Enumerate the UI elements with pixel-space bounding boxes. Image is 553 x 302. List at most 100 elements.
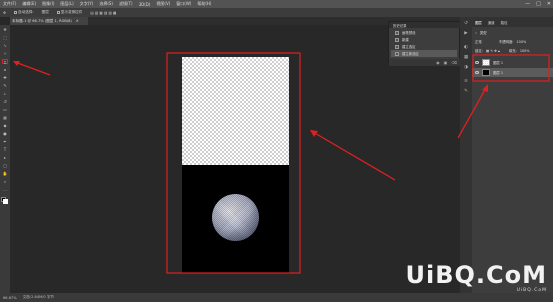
swatches-panel-icon[interactable]: ▦	[463, 55, 469, 60]
maximize-button[interactable]: □	[536, 1, 541, 7]
close-window-button[interactable]: ✕	[547, 1, 551, 7]
hand-tool-icon[interactable]: ✋	[2, 171, 8, 176]
history-item-label: 画笔预设	[402, 31, 416, 35]
menu-help[interactable]: 帮助(H)	[197, 1, 211, 7]
trash-icon[interactable]: ⌫	[451, 60, 457, 65]
auto-select-label[interactable]: 自动选择:	[14, 10, 34, 15]
history-item-label: 新建	[402, 38, 409, 42]
background-color-swatch[interactable]	[3, 199, 8, 204]
healing-tool-icon[interactable]: ✚	[2, 75, 8, 80]
menu-image[interactable]: 图像(I)	[42, 1, 54, 7]
lock-label: 锁定:	[475, 49, 483, 53]
menu-view[interactable]: 视图(V)	[156, 1, 170, 7]
tab-channels[interactable]: 通道	[488, 20, 495, 25]
layers-panel: 图层 通道 路径 ⌕ 类型 正常 不透明度: 100% 锁定: ▦ ✎ ✥ 🔒︎…	[472, 17, 553, 293]
layer-name: 图层 1	[493, 71, 504, 75]
menu-3d[interactable]: 3D(D)	[139, 2, 151, 7]
align-icons[interactable]: ▤ ▥ ▦ ▧ ▨ ▩	[90, 11, 116, 15]
zoom-level[interactable]: 66.67%	[3, 296, 17, 300]
adjustments-panel-icon[interactable]: ◑	[463, 65, 469, 70]
layer-kind-select[interactable]: 类型	[480, 30, 487, 35]
history-panel-header[interactable]: 历史记录	[389, 22, 461, 28]
lock-icons[interactable]: ▦ ✎ ✥ 🔒︎	[486, 49, 500, 53]
magic-wand-tool-icon[interactable]: ✧	[2, 51, 8, 56]
show-transform-checkbox[interactable]	[56, 10, 60, 14]
color-panel-icon[interactable]: ◐	[463, 45, 469, 50]
visibility-eye-icon[interactable]	[475, 61, 479, 64]
status-bar: 66.67% 文档:2.64M/0 字节	[0, 293, 553, 302]
marquee-tool-icon[interactable]: ⬚	[2, 35, 8, 40]
move-tool-icon[interactable]: ✥	[2, 27, 8, 32]
new-doc-icon[interactable]: ▣	[444, 60, 448, 65]
blend-row: 正常 不透明度: 100%	[472, 37, 553, 46]
menu-select[interactable]: 选择(S)	[99, 1, 113, 7]
actions-panel-icon[interactable]: ▶	[463, 31, 469, 36]
menu-file[interactable]: 文件(F)	[3, 1, 16, 7]
crop-tool-icon[interactable]: ⌗	[2, 59, 8, 65]
minimize-button[interactable]: —	[525, 1, 530, 7]
document-tab-title: 未标题-1 @ 66.7% (图层 1, RGB/8)	[12, 18, 72, 23]
history-item[interactable]: 建立选区	[391, 43, 457, 50]
fill-value[interactable]: 100%	[520, 49, 530, 53]
visibility-eye-icon[interactable]	[475, 71, 479, 74]
history-item-selected[interactable]: 建立新选区	[391, 50, 457, 57]
history-item[interactable]: 画笔预设	[391, 29, 457, 36]
layer-thumbnail	[482, 59, 490, 66]
tab-layers[interactable]: 图层	[475, 20, 482, 25]
camera-icon[interactable]: ◉	[436, 60, 440, 65]
lasso-tool-icon[interactable]: ∿	[2, 43, 8, 48]
type-tool-icon[interactable]: T	[2, 147, 8, 152]
watermark-subtitle: UiBQ.CoM	[516, 288, 547, 293]
menu-layer[interactable]: 图层(L)	[60, 1, 73, 7]
menu-window[interactable]: 窗口(W)	[176, 1, 191, 7]
halftone-sphere	[212, 194, 259, 241]
blur-tool-icon[interactable]: ◆	[2, 123, 8, 128]
gradient-tool-icon[interactable]: ▦	[2, 115, 8, 120]
menu-bar: 文件(F) 编辑(E) 图像(I) 图层(L) 文字(Y) 选择(S) 滤镜(T…	[0, 0, 553, 8]
document-tab[interactable]: 未标题-1 @ 66.7% (图层 1, RGB/8) ✕	[10, 17, 88, 25]
document-icon	[395, 30, 399, 35]
watermark-logo: UiBQ.CoM	[405, 261, 547, 289]
document-icon	[395, 37, 399, 42]
layers-panel-tabs: 图层 通道 路径	[472, 17, 553, 27]
pen-tool-icon[interactable]: ✒	[2, 139, 8, 144]
more-tools-icon[interactable]: …	[2, 187, 8, 192]
search-icon[interactable]: ⌕	[475, 31, 477, 35]
menu-filter[interactable]: 滤镜(T)	[119, 1, 133, 7]
history-panel-footer: ◉ ▣ ⌫	[389, 59, 461, 66]
window-controls: — □ ✕	[525, 0, 551, 8]
blend-mode-select[interactable]: 正常	[475, 39, 482, 44]
brush-tool-icon[interactable]: ✎	[2, 83, 8, 88]
menu-edit[interactable]: 编辑(E)	[22, 1, 36, 7]
brush-panel-icon[interactable]: ✎	[463, 89, 469, 94]
auto-select-checkbox[interactable]	[14, 10, 18, 14]
eraser-tool-icon[interactable]: ▭	[2, 107, 8, 112]
dodge-tool-icon[interactable]: ●	[2, 131, 8, 136]
menu-type[interactable]: 文字(Y)	[80, 1, 94, 7]
stamp-tool-icon[interactable]: ⊥	[2, 91, 8, 96]
eyedropper-tool-icon[interactable]: ⌀	[2, 67, 8, 72]
history-panel-title: 历史记录	[393, 23, 407, 28]
show-transform-label[interactable]: 显示变换控件	[56, 10, 82, 15]
layer-filter-row: ⌕ 类型	[472, 28, 553, 37]
auto-select-target[interactable]: 图层	[42, 10, 49, 15]
document-tab-close-icon[interactable]: ✕	[76, 19, 79, 23]
shape-tool-icon[interactable]: ▢	[2, 163, 8, 168]
history-item[interactable]: 新建	[391, 36, 457, 43]
history-item-label: 建立选区	[402, 45, 416, 49]
history-panel-icon[interactable]: ↺	[463, 21, 469, 26]
watermark: UiBQ.CoM UiBQ.CoM	[405, 262, 547, 293]
history-panel: 历史记录 画笔预设 新建 建立选区 建立新选区 ◉ ▣ ⌫	[388, 21, 461, 66]
collapsed-panel-strip: ↺ ▶ ◐ ▦ ◑ ≡ ✎	[460, 17, 472, 293]
path-select-tool-icon[interactable]: ▸	[2, 155, 8, 160]
opacity-value[interactable]: 100%	[517, 40, 527, 44]
zoom-tool-icon[interactable]: ⌕	[2, 179, 8, 184]
move-tool-icon[interactable]: ✥	[3, 11, 6, 15]
layer-row[interactable]: 图层 1	[472, 58, 553, 67]
properties-panel-icon[interactable]: ≡	[463, 79, 469, 84]
tab-paths[interactable]: 路径	[501, 20, 508, 25]
history-item-label: 建立新选区	[402, 52, 419, 56]
options-bar: ✥ 自动选择: 图层 显示变换控件 ▤ ▥ ▦ ▧ ▨ ▩	[0, 8, 553, 17]
history-brush-tool-icon[interactable]: ↺	[2, 99, 8, 104]
layer-row-selected[interactable]: 图层 1	[472, 68, 553, 77]
